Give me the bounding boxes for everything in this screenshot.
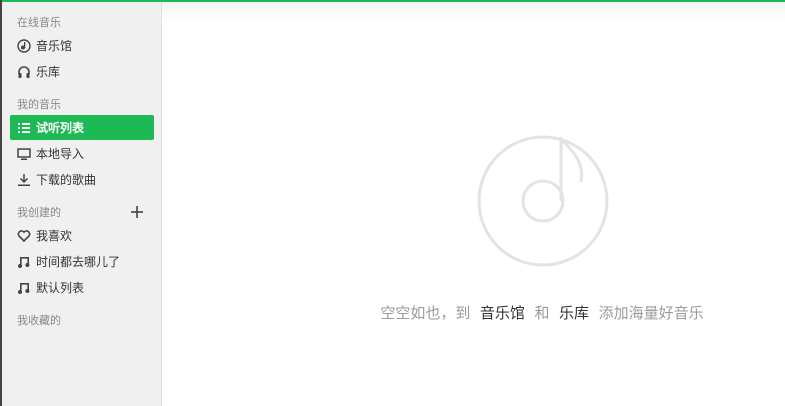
- music-note-icon: [16, 280, 32, 296]
- monitor-icon: [16, 146, 32, 162]
- sidebar: 在线音乐 音乐馆 乐库 我的音乐 试听列表 本地导入 下载的歌曲 我创建的 我喜…: [2, 2, 162, 406]
- section-online-music: 在线音乐: [17, 16, 61, 29]
- sidebar-item-playlist-1[interactable]: 时间都去哪儿了: [10, 249, 154, 274]
- sidebar-item-library[interactable]: 乐库: [10, 59, 154, 84]
- headphones-icon: [16, 64, 32, 80]
- sidebar-item-label: 音乐馆: [36, 39, 73, 53]
- section-created-playlists: 我创建的: [17, 206, 61, 219]
- sidebar-item-label: 我喜欢: [36, 229, 73, 243]
- add-playlist-button[interactable]: [130, 205, 144, 219]
- sidebar-item-label: 默认列表: [36, 281, 85, 295]
- empty-text-conj: 和: [534, 304, 550, 322]
- empty-text-suffix: 添加海量好音乐: [598, 304, 704, 322]
- sidebar-item-label: 试听列表: [36, 121, 85, 135]
- main-content: 空空如也，到 音乐馆 和 乐库 添加海量好音乐: [162, 2, 785, 406]
- empty-state-message: 空空如也，到 音乐馆 和 乐库 添加海量好音乐: [162, 302, 785, 323]
- sidebar-item-label: 本地导入: [36, 147, 85, 161]
- music-hall-icon: [16, 38, 32, 54]
- section-collected: 我收藏的: [17, 314, 61, 327]
- sidebar-item-music-hall[interactable]: 音乐馆: [10, 33, 154, 58]
- sidebar-item-label: 乐库: [36, 65, 61, 79]
- plus-icon: [131, 206, 143, 218]
- list-icon: [16, 120, 32, 136]
- sidebar-item-label: 下载的歌曲: [36, 173, 97, 187]
- section-my-music: 我的音乐: [17, 98, 61, 111]
- heart-icon: [16, 228, 32, 244]
- empty-music-icon: [477, 135, 609, 267]
- sidebar-item-local-import[interactable]: 本地导入: [10, 141, 154, 166]
- music-note-icon: [16, 254, 32, 270]
- download-icon: [16, 172, 32, 188]
- sidebar-item-label: 时间都去哪儿了: [36, 255, 121, 269]
- link-library[interactable]: 乐库: [559, 304, 589, 322]
- header-shadow: [162, 2, 785, 22]
- sidebar-item-favorites[interactable]: 我喜欢: [10, 223, 154, 248]
- sidebar-item-default-list[interactable]: 默认列表: [10, 275, 154, 300]
- empty-text-prefix: 空空如也，到: [380, 304, 471, 322]
- sidebar-item-downloads[interactable]: 下载的歌曲: [10, 167, 154, 192]
- sidebar-item-trial-list[interactable]: 试听列表: [10, 115, 154, 140]
- link-music-hall[interactable]: 音乐馆: [480, 304, 525, 322]
